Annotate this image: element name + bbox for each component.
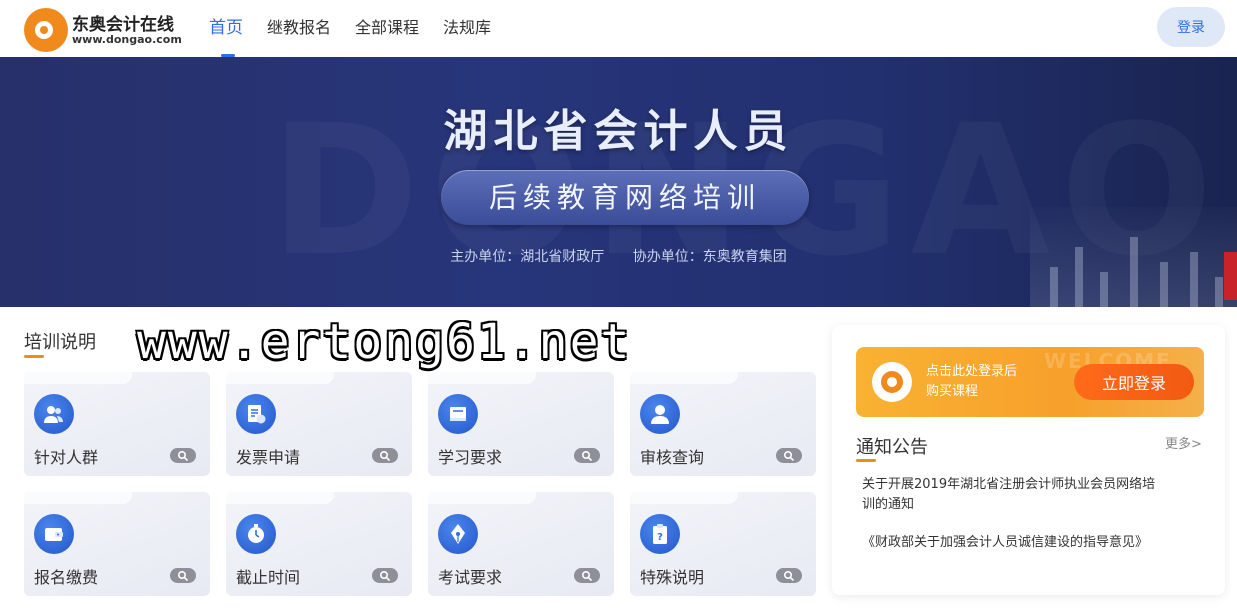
wallet-icon [34,514,74,554]
card-invoice[interactable]: 发票申请 [226,372,412,476]
watermark-text: www.ertong61.net [137,314,632,370]
clipboard-icon: ? [640,514,680,554]
card-review-query[interactable]: 审核查询 [630,372,816,476]
top-header: 东奥会计在线 www.dongao.com 首页 继教报名 全部课程 法规库 登… [0,0,1237,57]
notice-more-link[interactable]: 更多> [1165,433,1202,452]
search-icon[interactable] [776,568,802,583]
nav-home[interactable]: 首页 [209,0,243,57]
card-label: 特殊说明 [640,568,705,587]
logo-name: 东奥会计在线 [72,15,174,35]
card-deadline[interactable]: 截止时间 [226,492,412,596]
card-label: 发票申请 [236,448,301,467]
card-label: 报名缴费 [34,568,99,587]
card-label: 截止时间 [236,568,301,587]
banner-subtitle: 后续教育网络培训 [441,170,809,225]
search-icon[interactable] [170,568,196,583]
card-label: 学习要求 [438,448,503,467]
card-target-group[interactable]: 针对人群 [24,372,210,476]
card-registration-payment[interactable]: 报名缴费 [24,492,210,596]
notice-section-title: 通知公告 [856,433,928,462]
user-icon [640,394,680,434]
promo-line-1: 点击此处登录后 [926,364,1018,379]
banner-title: 湖北省会计人员 [443,106,794,157]
card-label: 考试要求 [438,568,503,587]
invoice-icon [236,394,276,434]
book-icon [438,394,478,434]
svg-text:?: ? [657,532,663,543]
banner-host: 主办单位：湖北省财政厅 [450,249,605,265]
search-icon[interactable] [776,448,802,463]
promo-logo-icon [872,362,912,402]
main-nav: 首页 继教报名 全部课程 法规库 [209,0,515,57]
pen-icon [438,514,478,554]
card-exam-requirements[interactable]: 考试要求 [428,492,614,596]
banner-side-badge[interactable] [1224,252,1237,300]
login-promo-banner[interactable]: WELCOME 点击此处登录后 购买课程 立即登录 [856,347,1204,417]
card-special-notes[interactable]: ? 特殊说明 [630,492,816,596]
nav-enrollment[interactable]: 继教报名 [267,0,331,57]
search-icon[interactable] [574,568,600,583]
hero-banner[interactable]: DONGAO 湖北省会计人员 后续教育网络培训 主办单位：湖北省财政厅 协办单位… [0,57,1237,307]
logo-mark-icon [24,8,68,52]
side-panel: WELCOME 点击此处登录后 购买课程 立即登录 通知公告 更多> 关于开展2… [832,325,1225,595]
stopwatch-icon [236,514,276,554]
search-icon[interactable] [372,448,398,463]
card-label: 针对人群 [34,448,99,467]
promo-text: 点击此处登录后 购买课程 [926,362,1017,402]
training-cards: 针对人群 发票申请 学习要求 审核查询 报名缴费 截止时间 考试要求 ? 特殊说… [24,372,824,602]
search-icon[interactable] [574,448,600,463]
card-study-requirements[interactable]: 学习要求 [428,372,614,476]
training-section-title: 培训说明 [24,328,96,358]
notice-item[interactable]: 关于开展2019年湖北省注册会计师执业会员网络培训的通知 [862,475,1162,515]
notice-item[interactable]: 《财政部关于加强会计人员诚信建设的指导意见》 [862,533,1162,553]
nav-all-courses[interactable]: 全部课程 [355,0,419,57]
nav-regulations[interactable]: 法规库 [443,0,491,57]
people-icon [34,394,74,434]
banner-co-host: 协办单位：东奥教育集团 [632,249,787,265]
logo-url: www.dongao.com [72,33,182,46]
search-icon[interactable] [170,448,196,463]
search-icon[interactable] [372,568,398,583]
login-now-button[interactable]: 立即登录 [1074,364,1194,400]
promo-line-2: 购买课程 [926,384,979,399]
card-label: 审核查询 [640,448,705,467]
site-logo[interactable]: 东奥会计在线 www.dongao.com [24,8,184,52]
login-button[interactable]: 登录 [1157,7,1225,47]
banner-organizers: 主办单位：湖北省财政厅 协办单位：东奥教育集团 [0,246,1237,266]
